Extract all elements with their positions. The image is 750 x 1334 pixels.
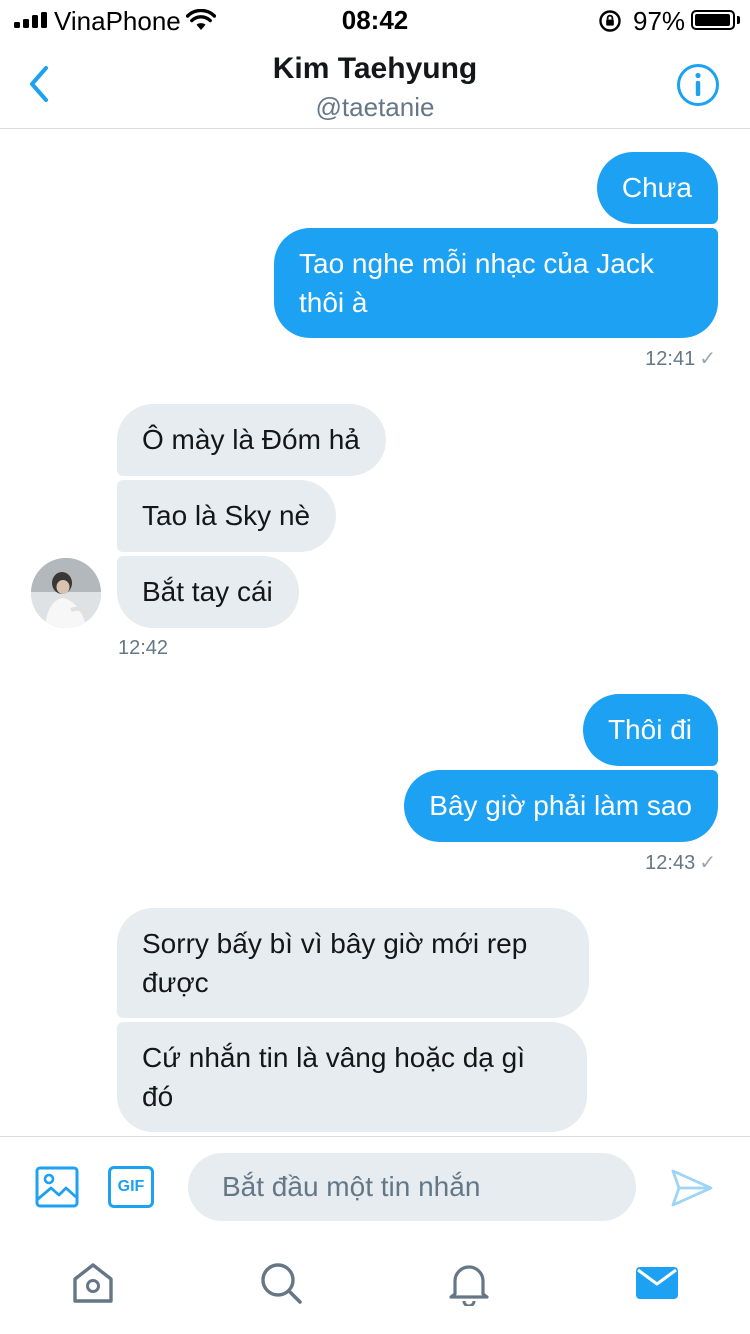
gif-button[interactable]: GIF (108, 1166, 154, 1208)
contact-handle[interactable]: @taetanie (0, 92, 750, 123)
search-icon[interactable] (258, 1260, 304, 1306)
send-icon[interactable] (670, 1167, 714, 1209)
contact-name[interactable]: Kim Taehyung (0, 52, 750, 86)
avatar[interactable] (31, 558, 101, 628)
message-bubble-incoming[interactable]: Sorry bấy bì vì bây giờ mới rep được (117, 908, 589, 1018)
sent-check-icon: ✓ (699, 348, 716, 370)
battery-terminal (737, 16, 740, 24)
message-bubble-outgoing[interactable]: Chưa (596, 152, 718, 224)
sent-check-icon: ✓ (699, 852, 716, 874)
home-icon[interactable] (70, 1260, 116, 1306)
tab-bar (0, 1236, 750, 1334)
message-timestamp: 12:42 (118, 637, 169, 659)
battery-percentage: 97% (633, 6, 686, 36)
battery-level-fill (695, 14, 730, 26)
info-circle-icon[interactable] (676, 63, 720, 107)
message-timestamp: 12:43 ✓ (645, 850, 716, 875)
timestamp-text: 12:41 (645, 348, 696, 370)
messages-icon[interactable] (634, 1260, 680, 1306)
message-thread[interactable]: Chưa Tao nghe mỗi nhạc của Jack thôi à 1… (0, 129, 750, 1136)
battery-icon (691, 10, 735, 30)
timestamp-text: 12:43 (645, 852, 696, 874)
avatar-photo (31, 558, 101, 628)
status-bar: VinaPhone 08:42 97% (0, 0, 750, 40)
image-icon[interactable] (35, 1166, 79, 1208)
message-bubble-outgoing[interactable]: Bây giờ phải làm sao (404, 770, 718, 842)
notifications-icon[interactable] (446, 1260, 492, 1306)
message-bubble-outgoing[interactable]: Thôi đi (582, 694, 718, 766)
message-input[interactable] (188, 1153, 636, 1221)
message-bubble-incoming[interactable]: Tao là Sky nè (117, 480, 337, 552)
message-timestamp: 12:41 ✓ (645, 346, 716, 371)
conversation-header: Kim Taehyung @taetanie (0, 40, 750, 129)
message-bubble-outgoing[interactable]: Tao nghe mỗi nhạc của Jack thôi à (274, 228, 718, 338)
message-composer: GIF (0, 1136, 750, 1237)
message-bubble-incoming[interactable]: Bắt tay cái (117, 556, 299, 628)
rotation-lock-icon (599, 10, 621, 32)
message-bubble-incoming[interactable]: Cứ nhắn tin là vâng hoặc dạ gì đó (117, 1022, 587, 1132)
message-bubble-incoming[interactable]: Ô mày là Đóm hả (117, 404, 386, 476)
